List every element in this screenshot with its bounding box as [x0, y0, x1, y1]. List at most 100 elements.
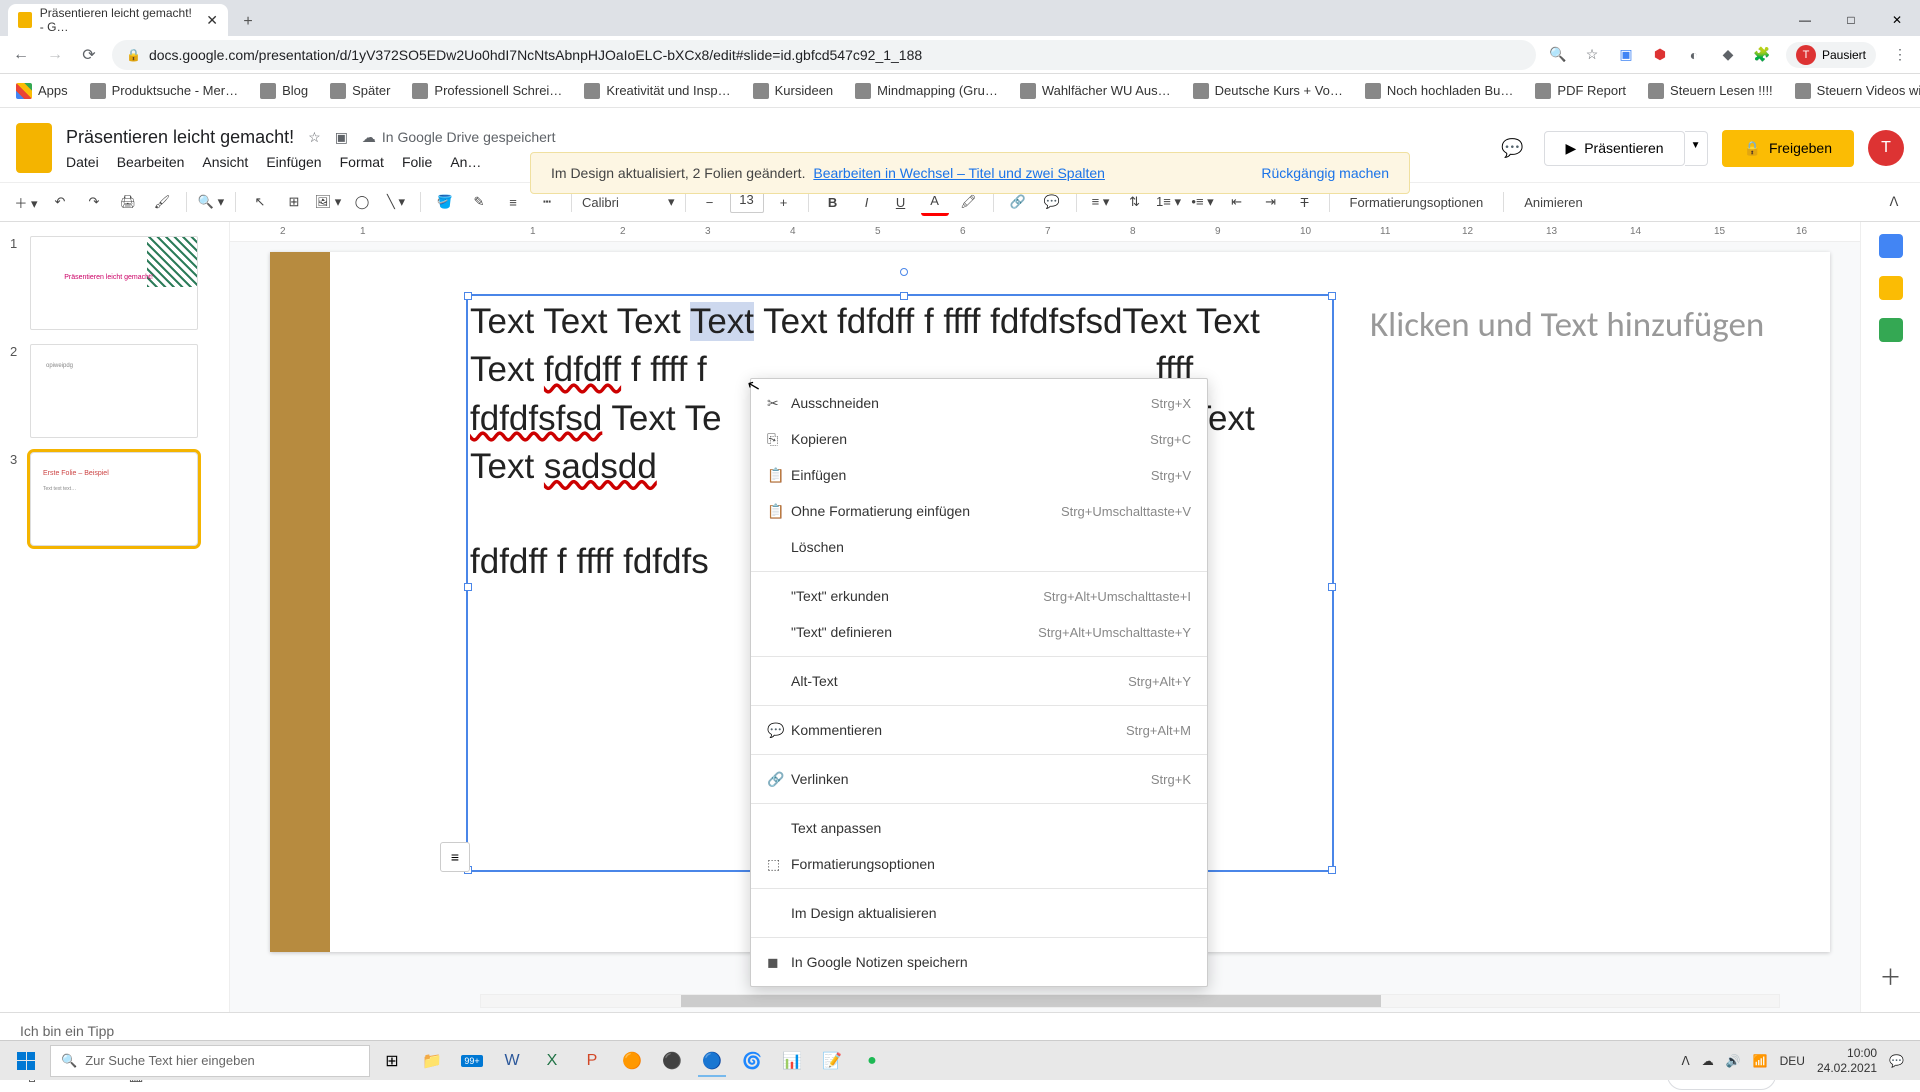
add-addon-icon[interactable]: ＋: [1879, 960, 1901, 992]
language-indicator[interactable]: DEU: [1780, 1054, 1805, 1068]
menu-format[interactable]: Format: [340, 154, 384, 170]
app-icon[interactable]: 99+: [454, 1045, 490, 1077]
extensions-icon[interactable]: 🧩: [1752, 45, 1772, 65]
word-icon[interactable]: W: [494, 1045, 530, 1077]
undo-button[interactable]: ↶: [46, 188, 74, 216]
present-button[interactable]: ▶Präsentieren: [1544, 131, 1684, 166]
border-weight-button[interactable]: ≡: [499, 188, 527, 216]
scrollbar-thumb[interactable]: [681, 995, 1381, 1007]
menu-file[interactable]: Datei: [66, 154, 99, 170]
ext1-icon[interactable]: ◐: [1684, 45, 1704, 65]
wifi-icon[interactable]: 📶: [1753, 1054, 1768, 1068]
menu-more[interactable]: An…: [450, 154, 481, 170]
ctx-copy[interactable]: ⎘KopierenStrg+C: [751, 421, 1207, 457]
calendar-icon[interactable]: [1879, 234, 1903, 258]
collapse-toolbar-button[interactable]: ᐱ: [1880, 188, 1908, 216]
redo-button[interactable]: ↷: [80, 188, 108, 216]
bookmark-apps[interactable]: Apps: [16, 83, 68, 99]
obs-icon[interactable]: ⚫: [654, 1045, 690, 1077]
profile-paused-chip[interactable]: T Pausiert: [1786, 42, 1876, 68]
font-size-input[interactable]: 13: [730, 191, 764, 213]
bookmark-item[interactable]: Später: [330, 83, 390, 99]
format-options-button[interactable]: Formatierungsoptionen: [1340, 195, 1494, 210]
edge-icon[interactable]: 🌀: [734, 1045, 770, 1077]
select-tool[interactable]: ↖: [246, 188, 274, 216]
menu-view[interactable]: Ansicht: [202, 154, 248, 170]
animate-button[interactable]: Animieren: [1514, 195, 1593, 210]
tab-close-icon[interactable]: ✕: [206, 12, 218, 29]
rotate-handle[interactable]: [900, 268, 908, 276]
bookmark-item[interactable]: Wahlfächer WU Aus…: [1020, 83, 1171, 99]
user-avatar[interactable]: T: [1868, 130, 1904, 166]
slides-logo-icon[interactable]: [16, 123, 52, 173]
tasks-icon[interactable]: [1879, 318, 1903, 342]
reload-button[interactable]: ⟳: [78, 44, 100, 66]
move-doc-icon[interactable]: ▣: [335, 129, 348, 146]
bookmark-item[interactable]: Professionell Schrei…: [412, 83, 562, 99]
cloud-icon[interactable]: ☁: [1702, 1054, 1714, 1068]
new-slide-button[interactable]: ＋ ▾: [12, 188, 40, 216]
share-button[interactable]: 🔒Freigeben: [1722, 130, 1854, 167]
ctx-fit-text[interactable]: Text anpassen: [751, 810, 1207, 846]
placeholder-textbox[interactable]: Klicken und Text hinzufügen: [1370, 304, 1764, 346]
ext2-icon[interactable]: ◆: [1718, 45, 1738, 65]
font-family-select[interactable]: Calibri: [582, 195, 662, 210]
zoom-icon[interactable]: 🔍: [1548, 45, 1568, 65]
bookmark-item[interactable]: Produktsuche - Mer…: [90, 83, 238, 99]
ctx-update-theme[interactable]: Im Design aktualisieren: [751, 895, 1207, 931]
window-maximize-button[interactable]: □: [1828, 4, 1874, 36]
shape-tool[interactable]: ◯: [348, 188, 376, 216]
doc-title[interactable]: Präsentieren leicht gemacht!: [66, 127, 294, 148]
url-field[interactable]: 🔒 docs.google.com/presentation/d/1yV372S…: [112, 40, 1536, 70]
bookmark-item[interactable]: Kreativität und Insp…: [584, 83, 730, 99]
start-button[interactable]: [6, 1045, 46, 1077]
new-tab-button[interactable]: +: [234, 8, 262, 36]
banner-link[interactable]: Bearbeiten in Wechsel – Titel und zwei S…: [813, 165, 1105, 181]
app3-icon[interactable]: 📊: [774, 1045, 810, 1077]
notepad-icon[interactable]: 📝: [814, 1045, 850, 1077]
ctx-comment[interactable]: 💬KommentierenStrg+Alt+M: [751, 712, 1207, 748]
explorer-icon[interactable]: 📁: [414, 1045, 450, 1077]
slide-thumbnail-1[interactable]: Präsentieren leicht gemacht!: [30, 236, 198, 330]
paint-format-button[interactable]: 🖌: [148, 188, 176, 216]
bookmark-item[interactable]: Steuern Videos wic…: [1795, 83, 1920, 99]
slide-thumbnail-3[interactable]: Erste Folie – BeispielText text text…: [30, 452, 198, 546]
app2-icon[interactable]: 🟠: [614, 1045, 650, 1077]
taskbar-search[interactable]: 🔍Zur Suche Text hier eingeben: [50, 1045, 370, 1077]
textbox-tool[interactable]: ⊞: [280, 188, 308, 216]
bookmark-item[interactable]: Kursideen: [753, 83, 834, 99]
task-view-icon[interactable]: ⊞: [374, 1045, 410, 1077]
ctx-alt-text[interactable]: Alt-TextStrg+Alt+Y: [751, 663, 1207, 699]
image-tool[interactable]: 🖼 ▾: [314, 188, 342, 216]
ctx-link[interactable]: 🔗VerlinkenStrg+K: [751, 761, 1207, 797]
print-button[interactable]: 🖨: [114, 188, 142, 216]
bookmark-item[interactable]: PDF Report: [1535, 83, 1626, 99]
chrome-icon[interactable]: 🔵: [694, 1045, 730, 1077]
window-close-button[interactable]: ✕: [1874, 4, 1920, 36]
bookmark-item[interactable]: Deutsche Kurs + Vo…: [1193, 83, 1343, 99]
tray-expand-icon[interactable]: ᐱ: [1682, 1054, 1690, 1068]
bookmark-item[interactable]: Blog: [260, 83, 308, 99]
line-tool[interactable]: ╲ ▾: [382, 188, 410, 216]
ctx-format-options[interactable]: ⬚Formatierungsoptionen: [751, 846, 1207, 882]
star-icon[interactable]: ☆: [1582, 45, 1602, 65]
clock[interactable]: 10:0024.02.2021: [1817, 1046, 1877, 1075]
notifications-icon[interactable]: 💬: [1889, 1054, 1904, 1068]
ctx-explore[interactable]: "Text" erkundenStrg+Alt+Umschalttaste+I: [751, 578, 1207, 614]
star-doc-icon[interactable]: ☆: [308, 129, 321, 146]
ctx-define[interactable]: "Text" definierenStrg+Alt+Umschalttaste+…: [751, 614, 1207, 650]
volume-icon[interactable]: 🔊: [1726, 1054, 1741, 1068]
ctx-paste-plain[interactable]: 📋Ohne Formatierung einfügenStrg+Umschalt…: [751, 493, 1207, 529]
text-wrap-icon[interactable]: ≡: [440, 842, 470, 872]
bookmark-item[interactable]: Steuern Lesen !!!!: [1648, 83, 1773, 99]
zoom-button[interactable]: 🔍 ▾: [197, 188, 225, 216]
translate-icon[interactable]: ▣: [1616, 45, 1636, 65]
spotify-icon[interactable]: ●: [854, 1045, 890, 1077]
chrome-menu-icon[interactable]: ⋮: [1890, 45, 1910, 65]
window-minimize-button[interactable]: —: [1782, 4, 1828, 36]
present-dropdown[interactable]: ▼: [1685, 131, 1708, 166]
banner-undo[interactable]: Rückgängig machen: [1261, 165, 1389, 181]
menu-slide[interactable]: Folie: [402, 154, 432, 170]
blocked-icon[interactable]: ⬢: [1650, 45, 1670, 65]
ctx-delete[interactable]: Löschen: [751, 529, 1207, 565]
